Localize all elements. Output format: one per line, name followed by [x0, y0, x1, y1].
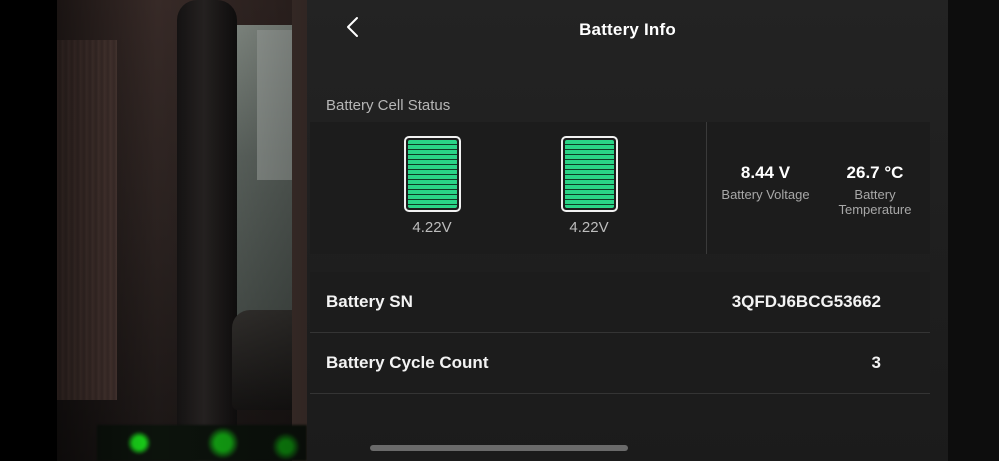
- battery-cell-icon: [403, 136, 461, 212]
- battery-sn-value: 3QFDJ6BCG53662: [731, 292, 881, 311]
- right-edge: [948, 0, 999, 461]
- battery-cycle-count-value: 3: [871, 353, 881, 372]
- battery-cycle-count-row: Battery Cycle Count 3: [310, 333, 930, 394]
- battery-voltage-label: Battery Voltage: [721, 187, 810, 202]
- battery-voltage-value: 8.44 V: [740, 163, 791, 182]
- screen: Battery Info Battery Cell Status 4.22V 4…: [0, 0, 999, 461]
- battery-cell-icon: [560, 136, 618, 212]
- battery-cycle-count-label: Battery Cycle Count: [326, 353, 489, 372]
- vertical-divider: [706, 122, 707, 254]
- battery-cell-2: 4.22V: [559, 136, 619, 236]
- battery-cell-fill: [564, 140, 614, 208]
- battery-temperature-stat: 26.7 °C Battery Temperature: [826, 163, 924, 217]
- camera-feed[interactable]: [57, 0, 307, 461]
- battery-sn-label: Battery SN: [326, 292, 413, 311]
- cell-voltage: 4.22V: [412, 219, 452, 236]
- battery-sn-row: Battery SN 3QFDJ6BCG53662: [310, 272, 930, 333]
- battery-temperature-label: Battery Temperature: [838, 187, 912, 217]
- home-indicator[interactable]: [370, 445, 628, 451]
- cells-area: 4.22V 4.22V: [310, 122, 706, 254]
- camera-shade: [57, 0, 307, 461]
- battery-cell-fill: [407, 140, 457, 208]
- cell-status-card: 4.22V 4.22V 8.44 V Battery Voltage 26.7 …: [310, 122, 930, 254]
- cell-voltage: 4.22V: [569, 219, 609, 236]
- cell-status-label: Battery Cell Status: [326, 97, 451, 114]
- battery-info-panel: Battery Info Battery Cell Status 4.22V 4…: [307, 0, 948, 461]
- battery-info-list: Battery SN 3QFDJ6BCG53662 Battery Cycle …: [310, 272, 930, 394]
- battery-voltage-stat: 8.44 V Battery Voltage: [718, 163, 813, 202]
- battery-temperature-value: 26.7 °C: [846, 163, 904, 182]
- battery-cell-1: 4.22V: [402, 136, 462, 236]
- page-title: Battery Info: [579, 20, 676, 39]
